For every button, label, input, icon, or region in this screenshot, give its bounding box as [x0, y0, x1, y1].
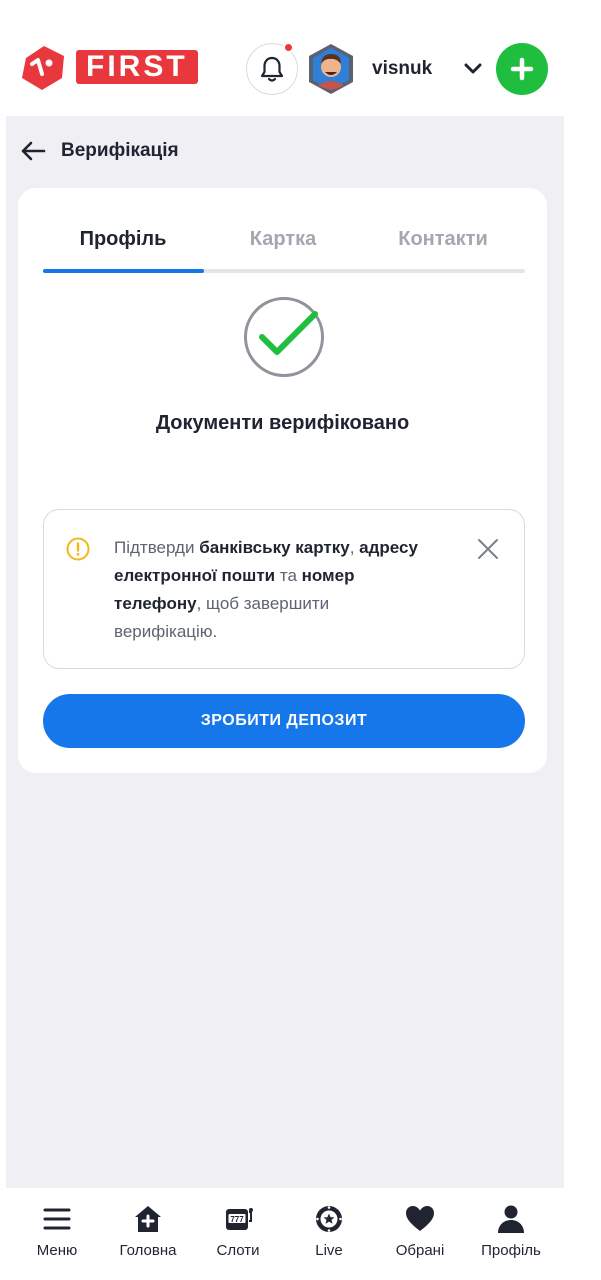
page-header: Верифікація: [20, 140, 179, 162]
verified-check-icon: [244, 297, 324, 377]
close-icon[interactable]: [476, 537, 500, 561]
main-content: Верифікація Профіль Картка Контакти Доку…: [6, 116, 564, 1188]
top-header: FIRST visnuk: [0, 0, 601, 116]
live-icon: [316, 1206, 342, 1232]
avatar[interactable]: [308, 43, 354, 95]
tab-contacts[interactable]: Контакти: [363, 228, 523, 251]
nav-label: Обрані: [395, 1242, 445, 1259]
notice-message: Підтверди банківську картку, адресу елек…: [114, 534, 434, 646]
bell-icon: [260, 56, 284, 82]
warning-icon: [66, 537, 90, 561]
tab-profile[interactable]: Профіль: [43, 228, 203, 251]
dice-logo-icon: [22, 46, 64, 90]
notifications-button[interactable]: [246, 42, 298, 95]
notice-text-part: Підтверди: [114, 538, 200, 557]
nav-item-menu[interactable]: Меню: [12, 1204, 102, 1259]
nav-label: Профіль: [481, 1242, 541, 1259]
slots-icon: 777: [226, 1208, 253, 1230]
nav-item-home[interactable]: Головна: [103, 1204, 193, 1259]
verification-status-text: Документи верифіковано: [155, 412, 410, 434]
heart-icon: [406, 1206, 434, 1231]
nav-label: Live: [315, 1242, 343, 1259]
verification-notice: Підтверди банківську картку, адресу елек…: [43, 509, 525, 669]
nav-label: Слоти: [216, 1242, 260, 1259]
nav-item-profile[interactable]: Профіль: [466, 1204, 556, 1259]
home-icon: [135, 1206, 161, 1232]
notice-bold-card: банківську картку: [199, 538, 350, 557]
nav-label: Меню: [36, 1242, 78, 1259]
verification-tabs: Профіль Картка Контакти: [43, 228, 525, 274]
tab-active-indicator: [43, 269, 204, 273]
make-deposit-button[interactable]: ЗРОБИТИ ДЕПОЗИТ: [43, 694, 525, 748]
page-title: Верифікація: [61, 140, 179, 161]
username[interactable]: visnuk: [372, 58, 432, 80]
nav-label: Головна: [119, 1242, 177, 1259]
brand-logo[interactable]: FIRST: [18, 42, 198, 92]
verification-card: Профіль Картка Контакти Документи верифі…: [18, 188, 547, 773]
add-funds-button[interactable]: [496, 43, 548, 95]
notification-badge: [283, 42, 294, 53]
back-arrow-icon[interactable]: [20, 140, 46, 162]
chevron-down-icon[interactable]: [462, 58, 484, 80]
nav-item-favorites[interactable]: Обрані: [375, 1204, 465, 1259]
notice-text-part: ,: [349, 538, 360, 557]
menu-icon: [43, 1208, 71, 1230]
nav-item-live[interactable]: Live: [284, 1204, 374, 1259]
logo-text: FIRST: [76, 50, 198, 84]
notice-text-part: та: [275, 566, 302, 585]
bottom-navigation: Меню Головна 777 Слоти Live Обрані Профі…: [0, 1188, 601, 1280]
nav-item-slots[interactable]: 777 Слоти: [193, 1204, 283, 1259]
user-icon: [498, 1205, 524, 1233]
plus-icon: [510, 57, 534, 81]
tab-card[interactable]: Картка: [203, 228, 363, 251]
svg-text:777: 777: [230, 1215, 244, 1224]
